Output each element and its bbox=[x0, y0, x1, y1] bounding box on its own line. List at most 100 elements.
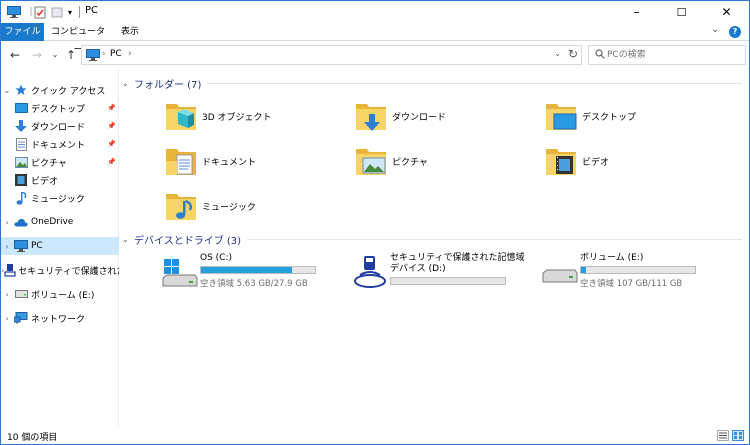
tab-file[interactable]: ファイル bbox=[1, 23, 44, 41]
nav-network[interactable]: › ネットワーク bbox=[1, 309, 119, 327]
folder-videos[interactable]: ビデオ bbox=[544, 140, 609, 182]
breadcrumb-pc[interactable]: PC bbox=[110, 49, 122, 59]
pin-icon[interactable]: 📌 bbox=[107, 104, 116, 112]
navigation-pane: ⌄ クイック アクセス デスクトップ 📌 ダウンロード 📌 ドキュメント 📌 ピ… bbox=[1, 69, 119, 427]
chevron-right-icon[interactable]: › bbox=[1, 314, 13, 323]
nav-music[interactable]: ミュージック bbox=[1, 189, 119, 207]
chevron-right-icon[interactable]: › bbox=[1, 290, 13, 299]
chevron-down-icon[interactable]: ⌄ bbox=[122, 235, 134, 244]
nav-label: クイック アクセス bbox=[31, 86, 106, 97]
address-dropdown-icon[interactable]: ⌄ bbox=[554, 49, 561, 58]
back-button[interactable]: ← bbox=[7, 46, 23, 64]
folder-documents[interactable]: ドキュメント bbox=[164, 140, 256, 182]
desktop-folder-icon bbox=[546, 104, 577, 130]
nav-label: ドキュメント bbox=[31, 140, 86, 151]
help-icon[interactable]: ? bbox=[729, 26, 741, 38]
details-view-icon[interactable] bbox=[717, 430, 729, 441]
nav-label: PC bbox=[31, 241, 43, 251]
tab-computer[interactable]: コンピューター bbox=[47, 23, 109, 55]
drive-name: OS (C:) bbox=[200, 253, 232, 263]
content-pane: ⌄ フォルダー (7) 3D オブジェクト ダウンロード デスクトップ ドキュメ… bbox=[120, 69, 749, 427]
drive-free-space: 空き領域 5.63 GB/27.9 GB bbox=[200, 279, 308, 289]
drive-d[interactable]: セキュリティで保護された記憶域 デバイス (D:) bbox=[352, 253, 524, 293]
minimize-button[interactable]: – bbox=[614, 1, 659, 23]
chevron-right-icon[interactable]: › bbox=[1, 218, 13, 227]
nav-onedrive[interactable]: › OneDrive bbox=[1, 213, 119, 231]
breadcrumb-chevron-icon[interactable]: › bbox=[102, 49, 106, 59]
folder-label: 3D オブジェクト bbox=[202, 112, 272, 123]
3d-objects-folder-icon bbox=[166, 104, 196, 130]
item-count: 10 個の項目 bbox=[7, 433, 58, 443]
properties-icon[interactable] bbox=[33, 5, 47, 19]
downloads-folder-icon bbox=[356, 104, 386, 131]
group-divider bbox=[247, 238, 742, 240]
videos-folder-icon bbox=[546, 149, 576, 175]
nav-volume-e[interactable]: › ボリューム (E:) bbox=[1, 285, 119, 303]
pictures-folder-icon bbox=[356, 149, 386, 175]
forward-button[interactable]: → bbox=[29, 46, 45, 64]
maximize-button[interactable]: ☐ bbox=[659, 1, 704, 23]
breadcrumb-chevron-icon[interactable]: › bbox=[128, 49, 132, 59]
folder-label: ビデオ bbox=[582, 157, 610, 168]
music-folder-icon bbox=[166, 194, 196, 220]
pin-icon[interactable]: 📌 bbox=[107, 122, 116, 130]
group-devices[interactable]: ⌄ デバイスとドライブ (3) bbox=[122, 230, 742, 248]
drive-c[interactable]: OS (C:) 空き領域 5.63 GB/27.9 GB bbox=[162, 253, 322, 293]
drive-icon bbox=[542, 269, 578, 283]
folder-label: ドキュメント bbox=[202, 157, 257, 168]
folder-pictures[interactable]: ピクチャ bbox=[354, 140, 428, 182]
pin-icon[interactable]: 📌 bbox=[107, 140, 116, 148]
nav-desktop[interactable]: デスクトップ 📌 bbox=[1, 99, 119, 117]
nav-pictures[interactable]: ピクチャ 📌 bbox=[1, 153, 119, 171]
picture-icon bbox=[13, 155, 29, 169]
folder-music[interactable]: ミュージック bbox=[164, 185, 256, 227]
pin-icon[interactable]: 📌 bbox=[107, 158, 116, 166]
nav-downloads[interactable]: ダウンロード 📌 bbox=[1, 117, 119, 135]
drive-usage-fill bbox=[201, 267, 293, 273]
documents-folder-icon bbox=[166, 149, 196, 175]
large-icons-view-icon[interactable] bbox=[732, 430, 744, 441]
title-divider bbox=[79, 6, 80, 18]
document-icon bbox=[13, 137, 29, 151]
drive-e[interactable]: ボリューム (E:) 空き領域 107 GB/111 GB bbox=[542, 253, 712, 293]
chevron-right-icon[interactable]: › bbox=[1, 242, 13, 251]
folder-downloads[interactable]: ダウンロード bbox=[354, 95, 446, 137]
search-input[interactable] bbox=[607, 48, 737, 62]
group-heading: デバイスとドライブ (3) bbox=[134, 235, 242, 247]
folder-label: ミュージック bbox=[202, 202, 256, 213]
chevron-down-icon[interactable]: ⌄ bbox=[122, 79, 134, 88]
nav-documents[interactable]: ドキュメント 📌 bbox=[1, 135, 119, 153]
navigation-bar: ← → ⌄ ↑ › PC › ⌄ ↻ bbox=[1, 42, 749, 68]
nav-quick-access[interactable]: ⌄ クイック アクセス bbox=[1, 81, 119, 99]
folder-3d-objects[interactable]: 3D オブジェクト bbox=[164, 95, 272, 137]
tab-view[interactable]: 表示 bbox=[113, 23, 147, 41]
recent-locations-icon[interactable]: ⌄ bbox=[47, 46, 63, 64]
nav-label: デスクトップ bbox=[31, 104, 86, 115]
group-heading: フォルダー (7) bbox=[134, 79, 202, 91]
refresh-icon[interactable]: ↻ bbox=[568, 47, 578, 61]
search-box[interactable] bbox=[588, 45, 746, 65]
nav-label: ミュージック bbox=[31, 194, 85, 205]
computer-icon[interactable] bbox=[6, 5, 22, 19]
ribbon-expand-icon[interactable]: ⌄ bbox=[711, 24, 719, 35]
close-button[interactable]: ✕ bbox=[704, 1, 749, 23]
desktop-icon bbox=[13, 101, 29, 115]
nav-videos[interactable]: ビデオ bbox=[1, 171, 119, 189]
secure-device-icon bbox=[4, 263, 16, 277]
address-bar[interactable]: › PC › ⌄ ↻ bbox=[81, 45, 582, 65]
nav-pc[interactable]: › PC bbox=[1, 237, 119, 255]
customize-dropdown-icon[interactable]: ▾ bbox=[65, 5, 75, 19]
chevron-down-icon[interactable]: ⌄ bbox=[1, 86, 13, 95]
up-button[interactable]: ↑ bbox=[63, 46, 79, 64]
drive-usage-bar bbox=[580, 266, 696, 274]
nav-secure-storage[interactable]: › セキュリティで保護された bbox=[1, 261, 119, 279]
folder-desktop[interactable]: デスクトップ bbox=[544, 95, 636, 137]
drive-usage-fill bbox=[581, 267, 586, 273]
network-icon bbox=[13, 311, 29, 325]
new-folder-icon[interactable] bbox=[50, 5, 64, 19]
download-icon bbox=[13, 119, 29, 133]
group-folders[interactable]: ⌄ フォルダー (7) bbox=[122, 74, 742, 92]
nav-label: OneDrive bbox=[31, 217, 74, 227]
drive-usage-bar bbox=[390, 277, 506, 285]
video-icon bbox=[13, 173, 29, 187]
